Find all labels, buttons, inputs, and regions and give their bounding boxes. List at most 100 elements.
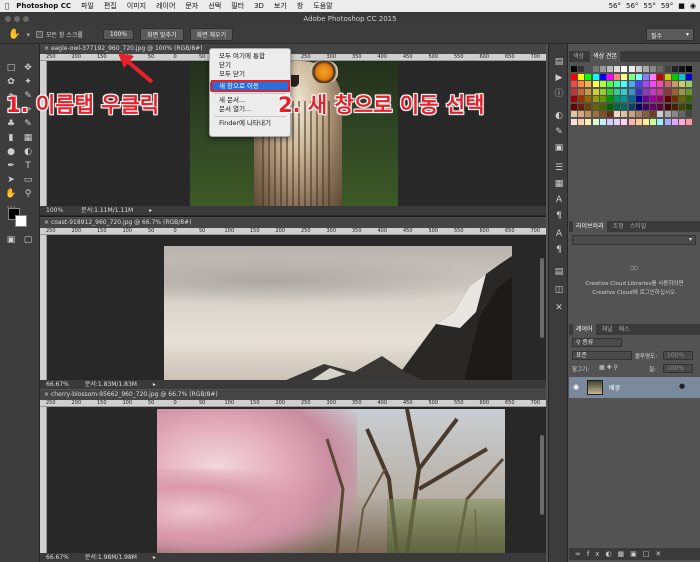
swatch[interactable] (643, 118, 649, 125)
eye-icon[interactable]: ◉ (573, 383, 579, 391)
app-menu[interactable]: Photoshop CC (14, 2, 76, 10)
swatch[interactable] (671, 103, 678, 110)
swatch[interactable] (585, 66, 592, 72)
swatch[interactable] (571, 111, 577, 117)
swatch[interactable] (686, 111, 693, 117)
swatch[interactable] (585, 111, 592, 117)
swatch[interactable] (664, 81, 671, 87)
tab-adjustments[interactable]: 조정 (613, 221, 624, 232)
swatch[interactable] (643, 66, 649, 72)
layer-row-background[interactable]: ◉ 배경 ● (569, 377, 700, 398)
swatch[interactable] (657, 88, 664, 95)
swatch[interactable] (657, 111, 664, 117)
swatch[interactable] (621, 118, 628, 125)
3d-panel-icon[interactable]: ◫ (553, 284, 565, 296)
swatch[interactable] (621, 66, 628, 72)
layers-footer-icons[interactable]: ∞fx◐▦▣□✕ (569, 548, 700, 560)
swatch[interactable] (650, 111, 657, 117)
menu-item-consolidate-all[interactable]: 모두 여기에 통합 (210, 52, 290, 61)
swatch[interactable] (679, 96, 685, 102)
move-tool-icon[interactable]: ✥ (21, 62, 35, 74)
swatch[interactable] (578, 88, 585, 95)
swatch[interactable] (592, 88, 599, 95)
menu-3d[interactable]: 3D (249, 2, 269, 10)
hand-tool-small-icon[interactable]: ✋ (4, 188, 18, 200)
tab-styles[interactable]: 스타일 (630, 221, 647, 232)
swatch[interactable] (664, 73, 671, 80)
menu-window[interactable]: 창 (292, 1, 308, 11)
swatch[interactable] (621, 103, 628, 110)
menu-type[interactable]: 문자 (180, 1, 203, 11)
menu-item-close-all[interactable]: 모두 닫기 (210, 70, 290, 79)
swatch[interactable] (607, 66, 613, 72)
swatch[interactable] (614, 81, 621, 87)
swatch[interactable] (607, 96, 613, 102)
blend-mode-dropdown[interactable]: 표준 (572, 351, 632, 360)
menu-item-close[interactable]: 닫기 (210, 61, 290, 70)
swatch[interactable] (599, 73, 606, 80)
timeline-icon[interactable]: ▤ (553, 266, 565, 278)
swatch[interactable] (664, 111, 671, 117)
swatch[interactable] (679, 66, 685, 72)
document-tab[interactable]: × cherry-blossom-95662_960_720.jpg @ 66.… (40, 390, 546, 400)
swatch[interactable] (671, 111, 678, 117)
swatch[interactable] (686, 81, 693, 87)
swatch[interactable] (592, 66, 599, 72)
swatch[interactable] (686, 103, 693, 110)
swatch[interactable] (599, 88, 606, 95)
swatch[interactable] (650, 66, 657, 72)
swatch[interactable] (599, 118, 606, 125)
swatch[interactable] (635, 118, 642, 125)
swatch[interactable] (686, 118, 693, 125)
menu-view[interactable]: 보기 (269, 1, 292, 11)
menu-image[interactable]: 이미지 (122, 1, 151, 11)
swatch[interactable] (635, 103, 642, 110)
swatch[interactable] (671, 118, 678, 125)
opacity-field[interactable]: 100% (663, 351, 693, 360)
swatch[interactable] (607, 73, 613, 80)
pen-tool-icon[interactable]: ✒ (4, 160, 18, 172)
actions-panel-icon[interactable]: ▶ (553, 72, 565, 84)
swatch[interactable] (607, 118, 613, 125)
swatch[interactable] (679, 118, 685, 125)
swatch[interactable] (650, 118, 657, 125)
lasso-tool-icon[interactable]: ✿ (4, 76, 18, 88)
swatch[interactable] (571, 103, 577, 110)
shape-tool-icon[interactable]: ▭ (21, 174, 35, 186)
swatch[interactable] (679, 103, 685, 110)
scroll-all-windows-checkbox[interactable]: 모든 창 스크롤 (35, 30, 83, 39)
swatch[interactable] (592, 111, 599, 117)
swatch[interactable] (643, 81, 649, 87)
quick-mask-icon[interactable]: ▣ (4, 234, 18, 246)
dodge-tool-icon[interactable]: ◐ (21, 146, 35, 158)
swatch[interactable] (614, 96, 621, 102)
swatch[interactable] (571, 96, 577, 102)
status-menu-arrow-icon[interactable]: ▸ (149, 207, 152, 214)
menu-file[interactable]: 파일 (76, 1, 99, 11)
swatch[interactable] (664, 66, 671, 72)
swatch[interactable] (607, 88, 613, 95)
swatch[interactable] (671, 96, 678, 102)
swatch[interactable] (578, 96, 585, 102)
swatch[interactable] (599, 103, 606, 110)
swatch[interactable] (614, 88, 621, 95)
menu-select[interactable]: 선택 (203, 1, 226, 11)
swatch[interactable] (614, 103, 621, 110)
adjustments-icon[interactable]: ◐ (553, 110, 565, 122)
swatch[interactable] (643, 111, 649, 117)
close-tab-icon[interactable]: × (44, 391, 51, 398)
swatch[interactable] (671, 81, 678, 87)
clone-source-icon[interactable]: ▣ (553, 142, 565, 154)
paragraph-styles-icon[interactable]: ¶ (553, 244, 565, 256)
swatch[interactable] (671, 73, 678, 80)
swatch[interactable] (635, 81, 642, 87)
swatch[interactable] (643, 103, 649, 110)
swatch[interactable] (679, 111, 685, 117)
swatch[interactable] (657, 103, 664, 110)
swatch[interactable] (571, 81, 577, 87)
fill-screen-button[interactable]: 화면 채우기 (189, 28, 234, 41)
swatch[interactable] (628, 88, 635, 95)
zoom-100-button[interactable]: 100% (102, 29, 135, 40)
swatch[interactable] (657, 118, 664, 125)
swatch[interactable] (635, 96, 642, 102)
